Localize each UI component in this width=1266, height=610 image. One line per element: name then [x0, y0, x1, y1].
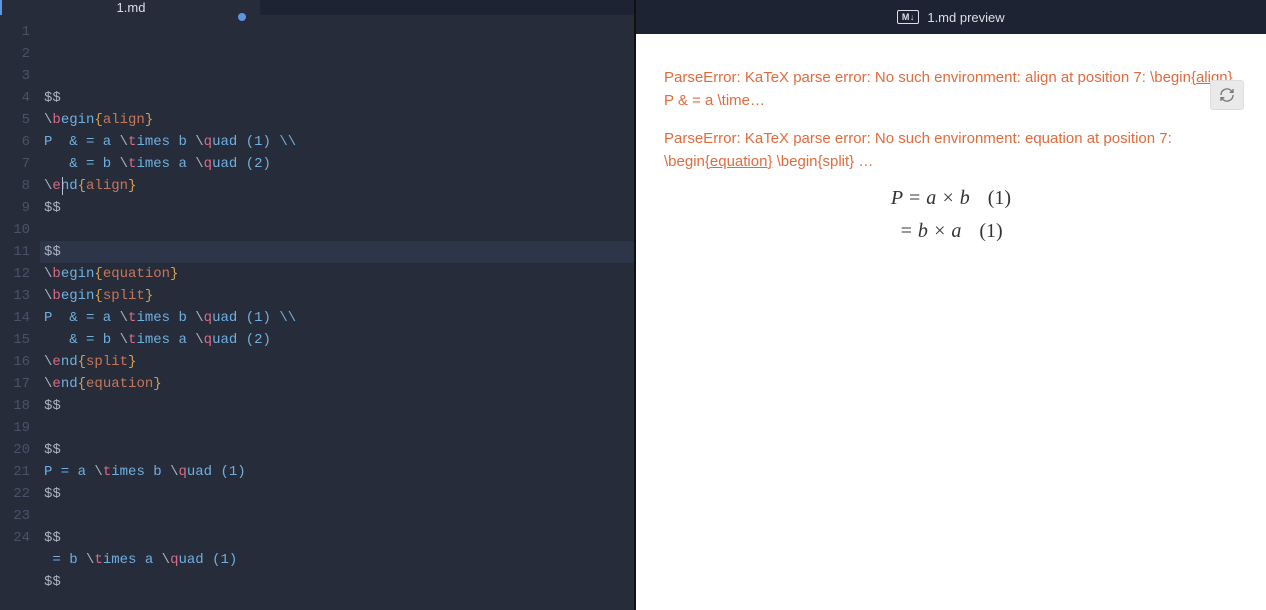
- line-number: 3: [0, 65, 40, 87]
- rendered-math: P = a × b(1) = b × a(1): [664, 187, 1238, 243]
- app-root: 1.md 12345678910111213141516171819202122…: [0, 0, 1266, 610]
- code-line[interactable]: P = a \times b \quad (1): [40, 461, 634, 483]
- code-line[interactable]: & = b \times a \quad (2): [40, 329, 634, 351]
- preview-tab[interactable]: M↓ 1.md preview: [801, 0, 1101, 34]
- refresh-icon: [1219, 87, 1235, 103]
- parse-error: ParseError: KaTeX parse error: No such e…: [664, 66, 1238, 113]
- markdown-icon: M↓: [897, 10, 919, 24]
- line-number-gutter: 123456789101112131415161718192021222324: [0, 15, 40, 610]
- editor-tab[interactable]: 1.md: [0, 0, 260, 15]
- line-number: 8: [0, 175, 40, 197]
- line-number: 9: [0, 197, 40, 219]
- code-line[interactable]: & = b \times a \quad (2): [40, 153, 634, 175]
- line-number: 2: [0, 43, 40, 65]
- line-number: 7: [0, 153, 40, 175]
- refresh-button[interactable]: [1210, 80, 1244, 110]
- line-number: 18: [0, 395, 40, 417]
- line-number: 6: [0, 131, 40, 153]
- code-line[interactable]: [40, 593, 634, 610]
- math-line: = b × a(1): [664, 220, 1238, 243]
- code-line[interactable]: $$: [40, 197, 634, 219]
- code-area[interactable]: $$\begin{align}P & = a \times b \quad (1…: [40, 15, 634, 610]
- editor-tab-title: 1.md: [117, 0, 146, 15]
- code-line[interactable]: $$: [40, 571, 634, 593]
- preview-content: ParseError: KaTeX parse error: No such e…: [636, 34, 1266, 610]
- preview-tabbar: M↓ 1.md preview: [636, 0, 1266, 34]
- code-line[interactable]: $$: [40, 87, 634, 109]
- line-number: 23: [0, 505, 40, 527]
- code-line[interactable]: \end{split}: [40, 351, 634, 373]
- code-line[interactable]: $$: [40, 241, 634, 263]
- line-number: 21: [0, 461, 40, 483]
- code-line[interactable]: P & = a \times b \quad (1) \\: [40, 131, 634, 153]
- code-line[interactable]: \end{equation}: [40, 373, 634, 395]
- code-line[interactable]: [40, 505, 634, 527]
- line-number: 24: [0, 527, 40, 549]
- error-list: ParseError: KaTeX parse error: No such e…: [664, 66, 1238, 173]
- line-number: 11: [0, 241, 40, 263]
- line-number: 4: [0, 87, 40, 109]
- code-line[interactable]: \end{align}: [40, 175, 634, 197]
- line-number: 17: [0, 373, 40, 395]
- parse-error: ParseError: KaTeX parse error: No such e…: [664, 127, 1238, 174]
- line-number: 19: [0, 417, 40, 439]
- line-number: 16: [0, 351, 40, 373]
- code-line[interactable]: = b \times a \quad (1): [40, 549, 634, 571]
- code-line[interactable]: $$: [40, 439, 634, 461]
- line-number: 14: [0, 307, 40, 329]
- code-editor[interactable]: 123456789101112131415161718192021222324 …: [0, 15, 634, 610]
- line-number: 10: [0, 219, 40, 241]
- editor-tabbar: 1.md: [0, 0, 634, 15]
- preview-pane: M↓ 1.md preview ParseError: KaTeX parse …: [634, 0, 1266, 610]
- line-number: 12: [0, 263, 40, 285]
- code-line[interactable]: [40, 219, 634, 241]
- editor-pane: 1.md 12345678910111213141516171819202122…: [0, 0, 634, 610]
- line-number: 22: [0, 483, 40, 505]
- line-number: 5: [0, 109, 40, 131]
- line-number: 15: [0, 329, 40, 351]
- preview-tab-title: 1.md preview: [927, 10, 1004, 25]
- code-line[interactable]: $$: [40, 527, 634, 549]
- text-cursor: [62, 177, 63, 195]
- math-line: P = a × b(1): [664, 187, 1238, 210]
- code-line[interactable]: \begin{equation}: [40, 263, 634, 285]
- line-number: 13: [0, 285, 40, 307]
- code-line[interactable]: P & = a \times b \quad (1) \\: [40, 307, 634, 329]
- line-number: 1: [0, 21, 40, 43]
- code-line[interactable]: \begin{split}: [40, 285, 634, 307]
- code-line[interactable]: [40, 417, 634, 439]
- code-line[interactable]: $$: [40, 395, 634, 417]
- line-number: 20: [0, 439, 40, 461]
- code-line[interactable]: \begin{align}: [40, 109, 634, 131]
- code-line[interactable]: $$: [40, 483, 634, 505]
